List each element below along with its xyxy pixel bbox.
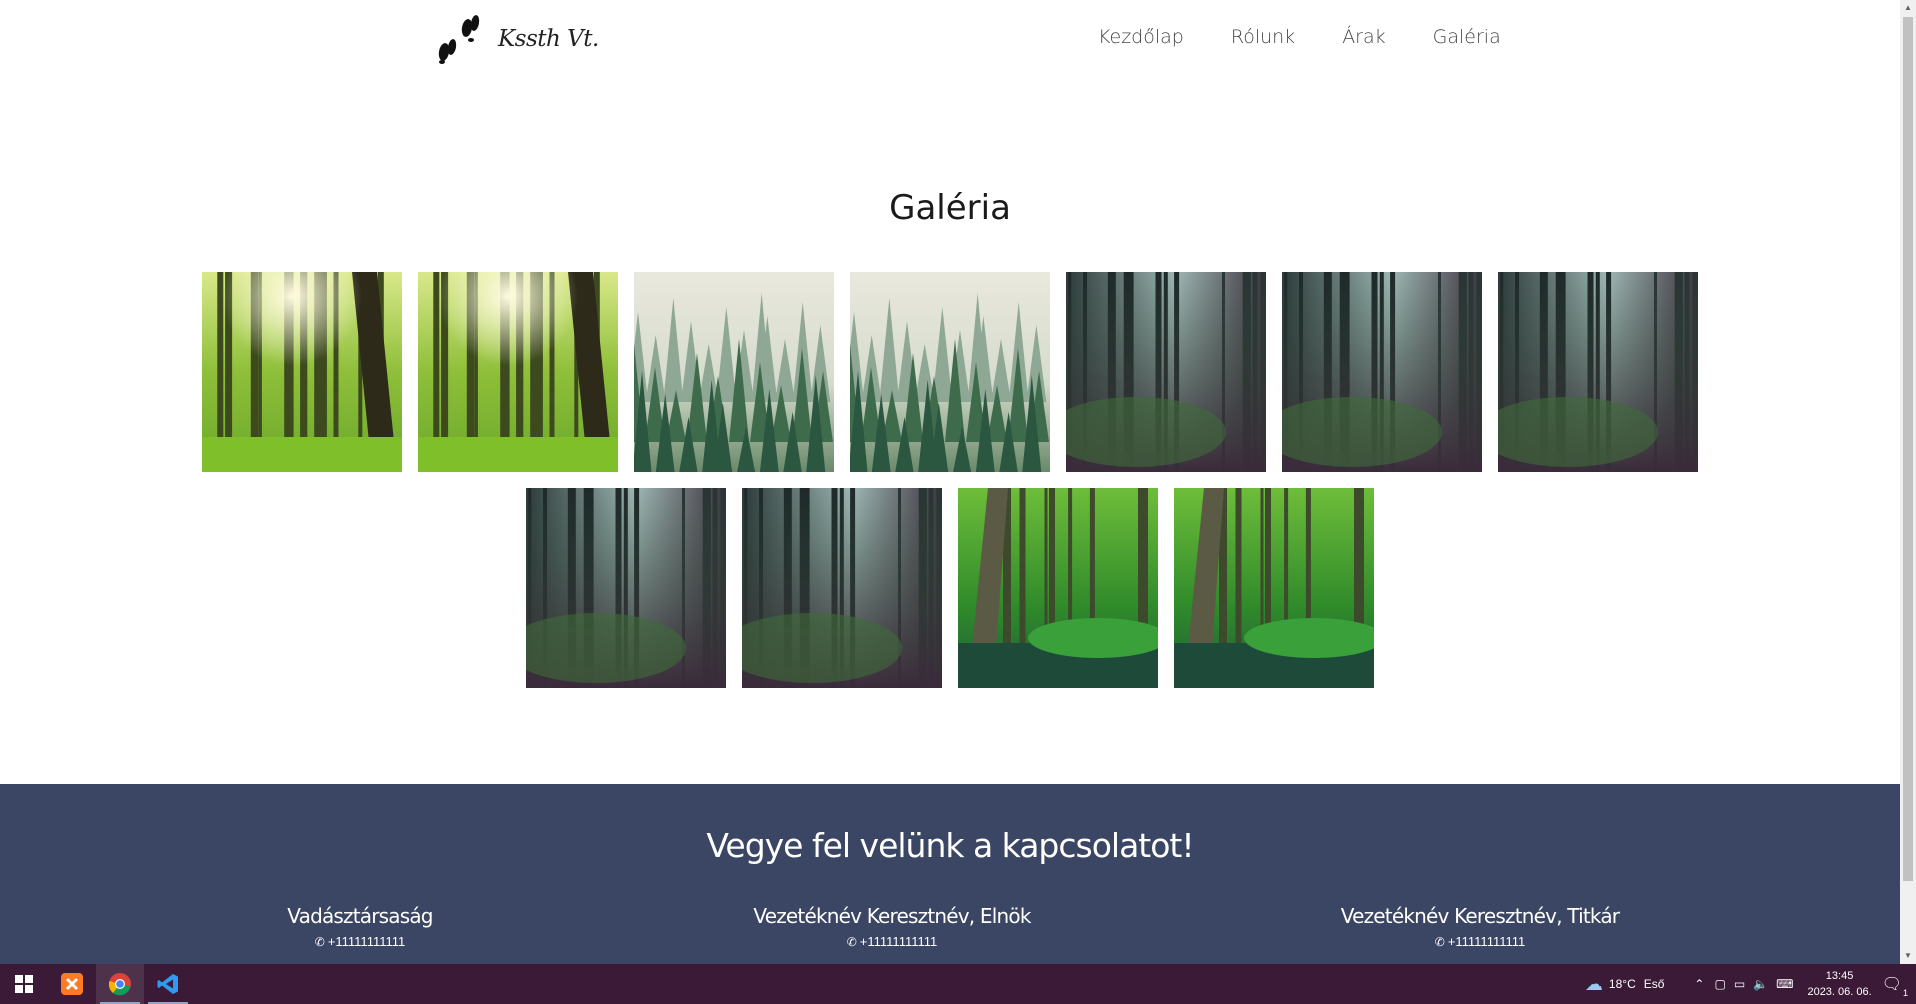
logo-text: Kssth Vt.: [498, 26, 599, 52]
xampp-icon[interactable]: [48, 964, 96, 1004]
chevron-up-icon[interactable]: ⌃: [1694, 977, 1704, 991]
contact-phone[interactable]: ✆ +11111111111: [1260, 934, 1700, 949]
misty-dark-forest-photo: [1066, 272, 1266, 472]
gallery-image-foggy-pines[interactable]: [634, 272, 834, 472]
green-river-forest-photo: [958, 488, 1158, 688]
contact-item: Vezetéknév Keresztnév, Elnök ✆ +111111111…: [672, 904, 1112, 949]
phone-icon: ✆: [1434, 935, 1445, 949]
site-header: Kssth Vt. Kezdőlap Rólunk Árak Galéria: [0, 0, 1900, 80]
contact-title: Vegye fel velünk a kapcsolatot!: [706, 826, 1194, 865]
contact-item: Vezetéknév Keresztnév, Titkár ✆ +11111111…: [1260, 904, 1700, 949]
misty-dark-forest-photo: [526, 488, 726, 688]
vscode-icon[interactable]: [144, 964, 192, 1004]
nav-rolunk[interactable]: Rólunk: [1231, 26, 1295, 48]
gallery-image-sunny-forest[interactable]: [202, 272, 402, 472]
scrollbar-thumb[interactable]: [1903, 17, 1913, 881]
gallery-image-misty-dark-forest[interactable]: [742, 488, 942, 688]
scroll-down-arrow-icon[interactable]: ▼: [1900, 948, 1916, 964]
sunny-forest-photo: [202, 272, 402, 472]
windows-start-icon[interactable]: [0, 964, 48, 1004]
misty-dark-forest-photo: [1282, 272, 1482, 472]
chrome-icon[interactable]: [96, 964, 144, 1004]
phone-icon: ✆: [846, 935, 857, 949]
gallery-row-1: [0, 272, 1900, 472]
gallery-image-green-river-forest[interactable]: [1174, 488, 1374, 688]
gallery-image-foggy-pines[interactable]: [850, 272, 1050, 472]
contact-name: Vezetéknév Keresztnév, Titkár: [1340, 904, 1620, 928]
weather-rain-icon[interactable]: ☁: [1585, 974, 1603, 995]
contact-name: Vadásztársaság: [287, 904, 433, 928]
gallery-image-misty-dark-forest[interactable]: [1498, 272, 1698, 472]
nav-galeria[interactable]: Galéria: [1433, 26, 1501, 48]
misty-dark-forest-photo: [1498, 272, 1698, 472]
gallery-row-2: [0, 488, 1900, 688]
gallery-image-misty-dark-forest[interactable]: [526, 488, 726, 688]
page-scrollbar[interactable]: ▲ ▼: [1900, 0, 1916, 964]
phone-icon: ✆: [314, 935, 325, 949]
gallery-image-green-river-forest[interactable]: [958, 488, 1158, 688]
notification-icon[interactable]: 🗨 1: [1882, 974, 1908, 998]
nav-kezdolap[interactable]: Kezdőlap: [1098, 26, 1184, 48]
nav-arak[interactable]: Árak: [1342, 26, 1385, 48]
gallery-image-misty-dark-forest[interactable]: [1066, 272, 1266, 472]
green-river-forest-photo: [1174, 488, 1374, 688]
foggy-pines-photo: [850, 272, 1050, 472]
gallery-title: Galéria: [889, 188, 1011, 228]
meet-now-icon[interactable]: ▢: [1714, 977, 1725, 991]
contact-phone[interactable]: ✆ +11111111111: [140, 934, 580, 949]
site-logo[interactable]: Kssth Vt.: [430, 14, 599, 64]
weather-text[interactable]: Eső: [1644, 977, 1665, 991]
gallery-image-sunny-forest[interactable]: [418, 272, 618, 472]
main-nav: Kezdőlap Rólunk Árak Galéria: [1098, 26, 1501, 48]
misty-dark-forest-photo: [742, 488, 942, 688]
keyboard-icon[interactable]: ⌨: [1776, 977, 1793, 991]
foggy-pines-photo: [634, 272, 834, 472]
footprints-icon: [438, 15, 480, 64]
contact-section: Vegye fel velünk a kapcsolatot! Vadásztá…: [0, 784, 1900, 964]
contact-phone[interactable]: ✆ +11111111111: [672, 934, 1112, 949]
system-tray: ☁ 18°C Eső ⌃ ▢ ▭ 🔈 ⌨ 13:45 2023. 06. 06.…: [1585, 964, 1916, 1004]
weather-temp[interactable]: 18°C: [1609, 977, 1636, 991]
contact-name: Vezetéknév Keresztnév, Elnök: [753, 904, 1031, 928]
network-icon[interactable]: ▭: [1734, 977, 1745, 991]
contact-item: Vadásztársaság ✆ +11111111111: [140, 904, 580, 949]
gallery-image-misty-dark-forest[interactable]: [1282, 272, 1482, 472]
scroll-up-arrow-icon[interactable]: ▲: [1900, 0, 1916, 16]
taskbar-clock[interactable]: 13:45 2023. 06. 06.: [1807, 968, 1871, 1000]
windows-taskbar: ☁ 18°C Eső ⌃ ▢ ▭ 🔈 ⌨ 13:45 2023. 06. 06.…: [0, 964, 1916, 1004]
volume-icon[interactable]: 🔈: [1753, 977, 1768, 991]
sunny-forest-photo: [418, 272, 618, 472]
